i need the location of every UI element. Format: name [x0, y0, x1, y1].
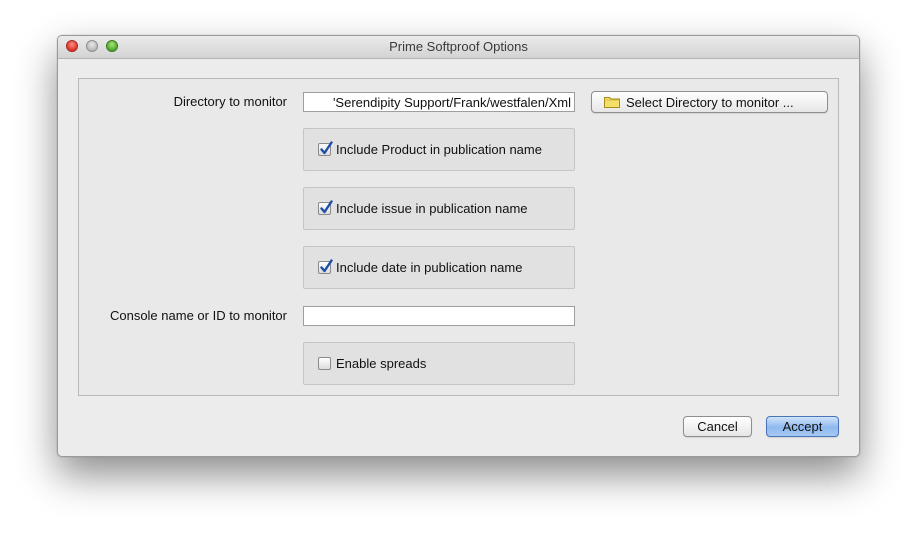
accept-button[interactable]: Accept: [766, 416, 839, 437]
enable-spreads-checkbox[interactable]: [318, 357, 331, 370]
include-issue-group: Include issue in publication name: [303, 187, 575, 230]
include-product-checkbox[interactable]: [318, 141, 333, 156]
include-product-option[interactable]: Include Product in publication name: [318, 141, 542, 157]
include-date-option[interactable]: Include date in publication name: [318, 259, 523, 275]
include-product-label: Include Product in publication name: [336, 142, 542, 157]
select-directory-label: Select Directory to monitor ...: [626, 94, 794, 110]
options-dialog: Prime Softproof Options Directory to mon…: [57, 35, 860, 457]
include-issue-label: Include issue in publication name: [336, 201, 528, 216]
checkmark-icon: [320, 141, 333, 155]
include-date-checkbox[interactable]: [318, 259, 333, 274]
include-date-label: Include date in publication name: [336, 260, 523, 275]
checkmark-icon: [320, 259, 333, 273]
select-directory-button[interactable]: Select Directory to monitor ...: [591, 91, 828, 113]
console-label: Console name or ID to monitor: [109, 308, 287, 323]
directory-label: Directory to monitor: [173, 94, 287, 109]
enable-spreads-option[interactable]: Enable spreads: [318, 356, 426, 371]
include-issue-checkbox[interactable]: [318, 200, 333, 215]
window-title: Prime Softproof Options: [389, 39, 528, 54]
directory-input[interactable]: [303, 92, 575, 112]
enable-spreads-group: Enable spreads: [303, 342, 575, 385]
include-date-group: Include date in publication name: [303, 246, 575, 289]
include-issue-option[interactable]: Include issue in publication name: [318, 200, 528, 216]
include-product-group: Include Product in publication name: [303, 128, 575, 171]
console-input[interactable]: [303, 306, 575, 326]
folder-icon: [604, 96, 620, 108]
enable-spreads-label: Enable spreads: [336, 356, 427, 371]
cancel-button[interactable]: Cancel: [683, 416, 752, 437]
title-bar[interactable]: Prime Softproof Options: [58, 36, 859, 59]
checkmark-icon: [320, 200, 333, 214]
options-panel: Directory to monitor Select Directory to…: [78, 78, 839, 396]
